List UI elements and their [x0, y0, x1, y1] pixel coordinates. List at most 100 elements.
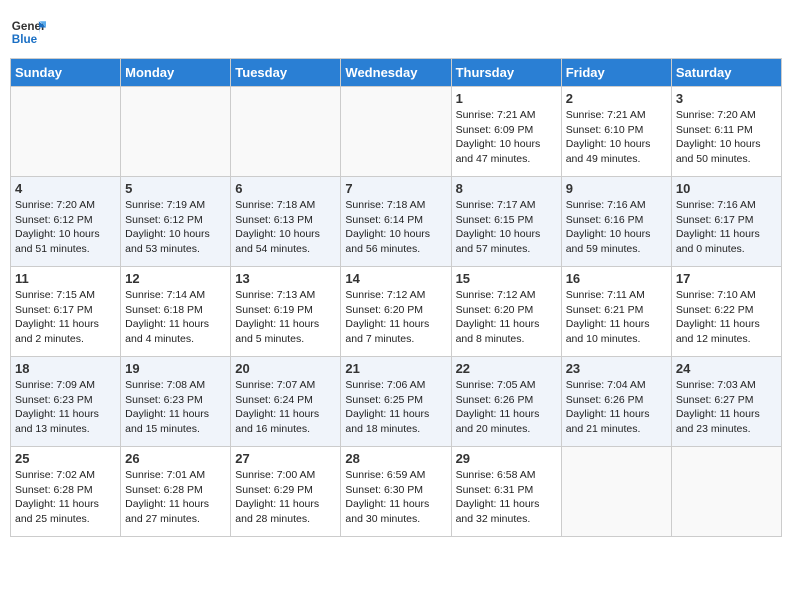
day-number: 23 [566, 361, 667, 376]
day-number: 14 [345, 271, 446, 286]
day-info: Sunrise: 7:21 AM Sunset: 6:10 PM Dayligh… [566, 108, 667, 167]
day-number: 9 [566, 181, 667, 196]
day-number: 29 [456, 451, 557, 466]
day-info: Sunrise: 6:58 AM Sunset: 6:31 PM Dayligh… [456, 468, 557, 527]
day-number: 12 [125, 271, 226, 286]
calendar-cell: 11 Sunrise: 7:15 AM Sunset: 6:17 PM Dayli… [11, 267, 121, 357]
day-number: 22 [456, 361, 557, 376]
day-info: Sunrise: 7:00 AM Sunset: 6:29 PM Dayligh… [235, 468, 336, 527]
day-number: 28 [345, 451, 446, 466]
day-info: Sunrise: 7:18 AM Sunset: 6:14 PM Dayligh… [345, 198, 446, 257]
day-number: 17 [676, 271, 777, 286]
calendar-cell: 10 Sunrise: 7:16 AM Sunset: 6:17 PM Dayli… [671, 177, 781, 267]
calendar-header-row: SundayMondayTuesdayWednesdayThursdayFrid… [11, 59, 782, 87]
day-number: 19 [125, 361, 226, 376]
day-info: Sunrise: 7:16 AM Sunset: 6:16 PM Dayligh… [566, 198, 667, 257]
day-info: Sunrise: 7:07 AM Sunset: 6:24 PM Dayligh… [235, 378, 336, 437]
day-number: 7 [345, 181, 446, 196]
calendar-cell: 4 Sunrise: 7:20 AM Sunset: 6:12 PM Daylig… [11, 177, 121, 267]
day-info: Sunrise: 7:03 AM Sunset: 6:27 PM Dayligh… [676, 378, 777, 437]
day-number: 10 [676, 181, 777, 196]
calendar-cell [671, 447, 781, 537]
day-info: Sunrise: 7:11 AM Sunset: 6:21 PM Dayligh… [566, 288, 667, 347]
calendar-cell: 18 Sunrise: 7:09 AM Sunset: 6:23 PM Dayli… [11, 357, 121, 447]
day-info: Sunrise: 7:21 AM Sunset: 6:09 PM Dayligh… [456, 108, 557, 167]
day-number: 2 [566, 91, 667, 106]
calendar-cell [11, 87, 121, 177]
day-info: Sunrise: 7:20 AM Sunset: 6:12 PM Dayligh… [15, 198, 116, 257]
calendar-table: SundayMondayTuesdayWednesdayThursdayFrid… [10, 58, 782, 537]
logo-icon: General Blue [10, 14, 46, 50]
logo: General Blue [10, 14, 50, 50]
calendar-cell: 2 Sunrise: 7:21 AM Sunset: 6:10 PM Daylig… [561, 87, 671, 177]
day-number: 11 [15, 271, 116, 286]
calendar-cell: 16 Sunrise: 7:11 AM Sunset: 6:21 PM Dayli… [561, 267, 671, 357]
day-number: 3 [676, 91, 777, 106]
day-number: 15 [456, 271, 557, 286]
day-info: Sunrise: 7:14 AM Sunset: 6:18 PM Dayligh… [125, 288, 226, 347]
day-info: Sunrise: 7:10 AM Sunset: 6:22 PM Dayligh… [676, 288, 777, 347]
calendar-cell: 29 Sunrise: 6:58 AM Sunset: 6:31 PM Dayli… [451, 447, 561, 537]
calendar-cell: 25 Sunrise: 7:02 AM Sunset: 6:28 PM Dayli… [11, 447, 121, 537]
day-number: 25 [15, 451, 116, 466]
calendar-cell: 12 Sunrise: 7:14 AM Sunset: 6:18 PM Dayli… [121, 267, 231, 357]
day-info: Sunrise: 7:05 AM Sunset: 6:26 PM Dayligh… [456, 378, 557, 437]
day-info: Sunrise: 7:01 AM Sunset: 6:28 PM Dayligh… [125, 468, 226, 527]
calendar-cell [121, 87, 231, 177]
calendar-cell: 19 Sunrise: 7:08 AM Sunset: 6:23 PM Dayli… [121, 357, 231, 447]
calendar-cell: 7 Sunrise: 7:18 AM Sunset: 6:14 PM Daylig… [341, 177, 451, 267]
calendar-week-row: 1 Sunrise: 7:21 AM Sunset: 6:09 PM Daylig… [11, 87, 782, 177]
day-info: Sunrise: 7:20 AM Sunset: 6:11 PM Dayligh… [676, 108, 777, 167]
day-info: Sunrise: 7:06 AM Sunset: 6:25 PM Dayligh… [345, 378, 446, 437]
day-info: Sunrise: 7:02 AM Sunset: 6:28 PM Dayligh… [15, 468, 116, 527]
calendar-cell: 28 Sunrise: 6:59 AM Sunset: 6:30 PM Dayli… [341, 447, 451, 537]
day-number: 21 [345, 361, 446, 376]
calendar-cell: 22 Sunrise: 7:05 AM Sunset: 6:26 PM Dayli… [451, 357, 561, 447]
calendar-cell: 14Sunrise: 7:12 AM Sunset: 6:20 PM Dayli… [341, 267, 451, 357]
header-saturday: Saturday [671, 59, 781, 87]
calendar-cell: 1 Sunrise: 7:21 AM Sunset: 6:09 PM Daylig… [451, 87, 561, 177]
day-info: Sunrise: 7:15 AM Sunset: 6:17 PM Dayligh… [15, 288, 116, 347]
day-info: Sunrise: 7:09 AM Sunset: 6:23 PM Dayligh… [15, 378, 116, 437]
svg-text:Blue: Blue [12, 33, 38, 46]
day-info: Sunrise: 7:08 AM Sunset: 6:23 PM Dayligh… [125, 378, 226, 437]
day-number: 24 [676, 361, 777, 376]
calendar-cell: 26 Sunrise: 7:01 AM Sunset: 6:28 PM Dayli… [121, 447, 231, 537]
calendar-cell [341, 87, 451, 177]
day-number: 26 [125, 451, 226, 466]
day-number: 6 [235, 181, 336, 196]
calendar-cell: 17 Sunrise: 7:10 AM Sunset: 6:22 PM Dayli… [671, 267, 781, 357]
page-header: General Blue [10, 10, 782, 50]
header-wednesday: Wednesday [341, 59, 451, 87]
day-number: 5 [125, 181, 226, 196]
day-info: Sunrise: 7:04 AM Sunset: 6:26 PM Dayligh… [566, 378, 667, 437]
day-info: Sunrise: 7:18 AM Sunset: 6:13 PM Dayligh… [235, 198, 336, 257]
day-number: 20 [235, 361, 336, 376]
day-info: Sunrise: 7:19 AM Sunset: 6:12 PM Dayligh… [125, 198, 226, 257]
calendar-cell: 15 Sunrise: 7:12 AM Sunset: 6:20 PM Dayli… [451, 267, 561, 357]
calendar-week-row: 4 Sunrise: 7:20 AM Sunset: 6:12 PM Daylig… [11, 177, 782, 267]
day-info: Sunrise: 6:59 AM Sunset: 6:30 PM Dayligh… [345, 468, 446, 527]
day-info: Sunrise: 7:17 AM Sunset: 6:15 PM Dayligh… [456, 198, 557, 257]
calendar-cell: 24 Sunrise: 7:03 AM Sunset: 6:27 PM Dayli… [671, 357, 781, 447]
day-info: Sunrise: 7:16 AM Sunset: 6:17 PM Dayligh… [676, 198, 777, 257]
day-number: 18 [15, 361, 116, 376]
header-thursday: Thursday [451, 59, 561, 87]
header-tuesday: Tuesday [231, 59, 341, 87]
header-friday: Friday [561, 59, 671, 87]
header-sunday: Sunday [11, 59, 121, 87]
calendar-cell: 9 Sunrise: 7:16 AM Sunset: 6:16 PM Daylig… [561, 177, 671, 267]
day-number: 1 [456, 91, 557, 106]
calendar-cell: 20 Sunrise: 7:07 AM Sunset: 6:24 PM Dayli… [231, 357, 341, 447]
day-number: 4 [15, 181, 116, 196]
calendar-cell: 6 Sunrise: 7:18 AM Sunset: 6:13 PM Daylig… [231, 177, 341, 267]
day-number: 13 [235, 271, 336, 286]
day-info: Sunrise: 7:13 AM Sunset: 6:19 PM Dayligh… [235, 288, 336, 347]
calendar-cell: 8Sunrise: 7:17 AM Sunset: 6:15 PM Daylig… [451, 177, 561, 267]
day-number: 16 [566, 271, 667, 286]
calendar-cell: 13 Sunrise: 7:13 AM Sunset: 6:19 PM Dayli… [231, 267, 341, 357]
calendar-week-row: 25 Sunrise: 7:02 AM Sunset: 6:28 PM Dayli… [11, 447, 782, 537]
calendar-cell: 27Sunrise: 7:00 AM Sunset: 6:29 PM Dayli… [231, 447, 341, 537]
calendar-cell: 21 Sunrise: 7:06 AM Sunset: 6:25 PM Dayli… [341, 357, 451, 447]
day-info: Sunrise: 7:12 AM Sunset: 6:20 PM Dayligh… [456, 288, 557, 347]
